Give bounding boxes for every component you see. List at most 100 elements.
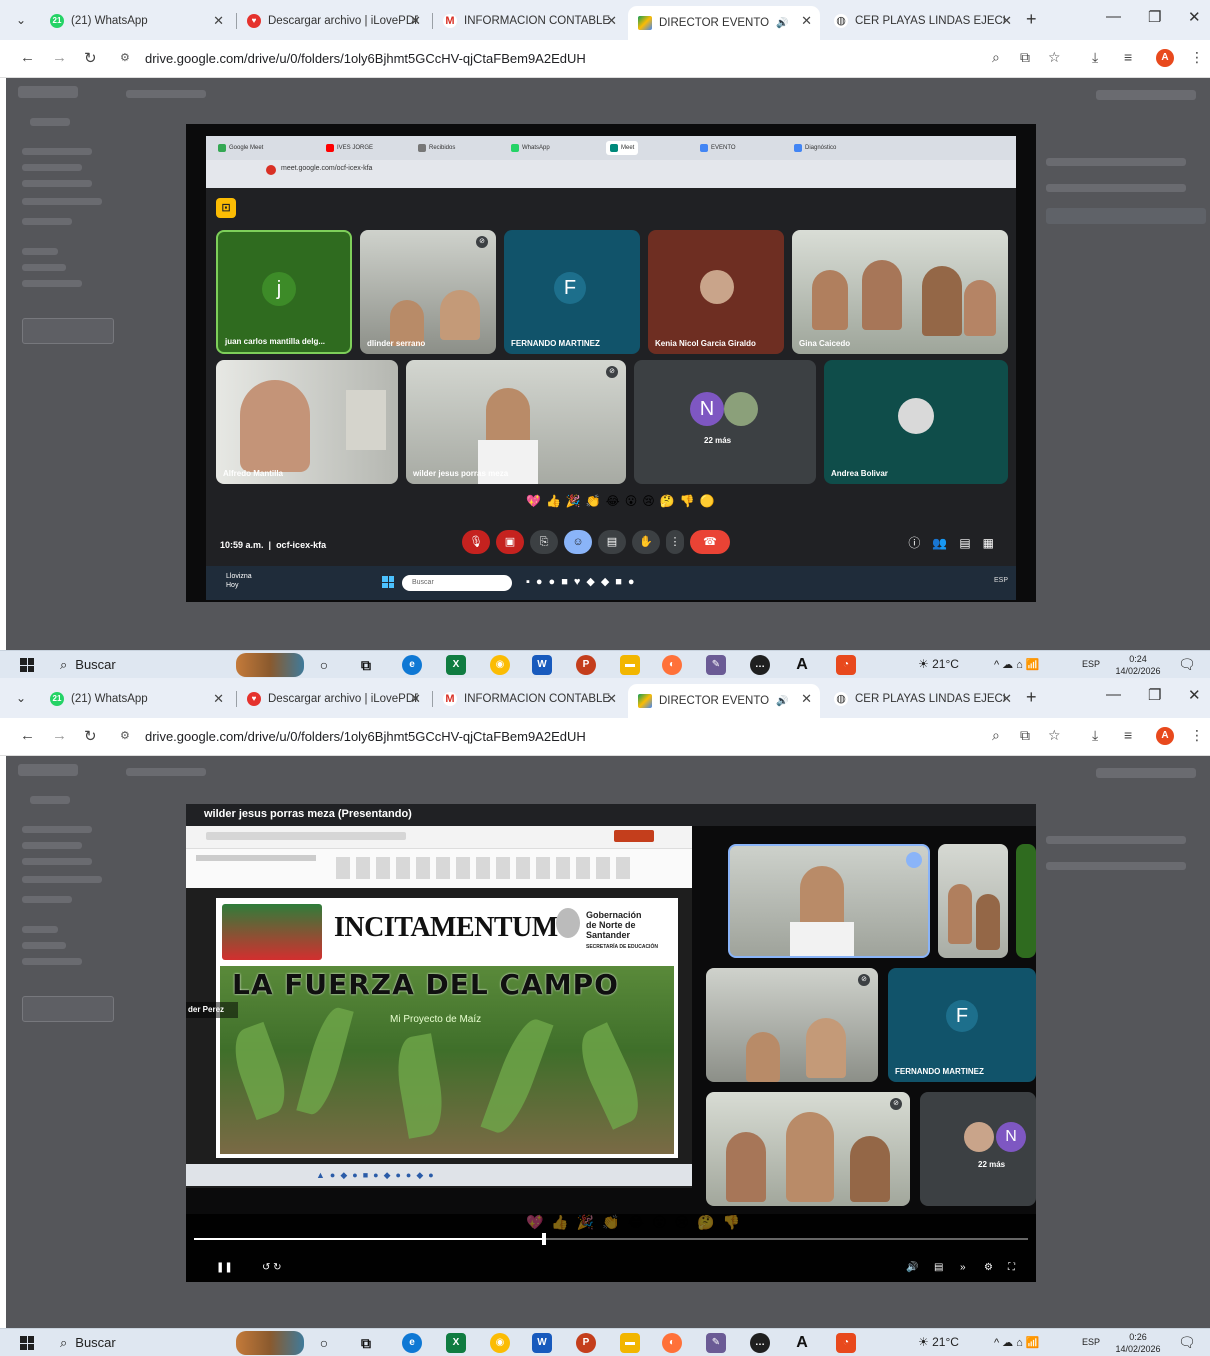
back-arrow-icon[interactable]: ← [20,49,35,66]
video-progress-handle[interactable] [542,1233,547,1245]
captions-button[interactable]: ▤ [598,530,626,554]
tab-search-chevron-icon[interactable]: ⌄ [10,688,32,708]
taskbar-clock[interactable]: 0:26 14/02/2026 [1110,1331,1166,1355]
taskbar-search-box[interactable]: ⌕ Buscar [50,1332,226,1354]
install-app-icon[interactable]: ⧉ [1020,49,1030,66]
excel-icon[interactable]: X [446,655,466,675]
meet-side-controls[interactable]: ⓘ👥▤▦ [908,534,1006,551]
speed-icon[interactable]: » [960,1262,966,1273]
participant-tile-juan-partial[interactable] [1016,844,1036,958]
paint-icon[interactable]: ✎ [706,655,726,675]
close-icon[interactable]: ✕ [410,13,421,29]
tab-search-chevron-icon[interactable]: ⌄ [10,10,32,30]
pause-icon[interactable]: ❚❚ [216,1262,233,1273]
tab-director-eventos[interactable]: DIRECTOR EVENTOS - G 🔊 ✕ [628,6,820,40]
camera-toggle-button[interactable]: ▣ [496,530,524,554]
minimize-icon[interactable]: — [1106,8,1121,25]
paint-icon[interactable]: ✎ [706,1333,726,1353]
tab-director-eventos[interactable]: DIRECTOR EVENTOS - G 🔊 ✕ [628,684,820,718]
video-progress-track[interactable] [194,1233,1028,1245]
participant-tile-kenia[interactable]: Kenia Nicol Garcia Giraldo [648,230,784,354]
participant-tile-fernando[interactable]: F FERNANDO MARTINEZ [504,230,640,354]
firefox-icon[interactable]: ◐ [662,1333,682,1353]
volume-icon[interactable]: 🔊 [906,1262,918,1273]
new-tab-plus-icon[interactable]: + [1026,687,1037,708]
taskbar-search-highlight-image[interactable] [236,1331,304,1355]
participant-tile-alfredo[interactable]: Alfredo Mantilla [216,360,398,484]
windows-start-icon[interactable] [20,658,34,672]
participant-tile-others[interactable]: N 22 más [920,1092,1036,1206]
site-settings-icon[interactable]: ⚙ [120,729,130,742]
captions-icon[interactable]: ▤ [934,1262,943,1273]
participant-tile-andrea[interactable]: Andrea Bolivar [824,360,1008,484]
download-icon[interactable]: ⤓ [1092,49,1098,66]
minimize-icon[interactable]: — [1106,686,1121,703]
tab-ilovepdf[interactable]: ♥ Descargar archivo | iLovePDF ✕ [237,684,429,714]
forward-arrow-icon[interactable]: → [52,727,67,744]
taskbar-search-highlight-image[interactable] [236,653,304,677]
chrome-profile-icon[interactable]: ◔ [836,655,856,675]
close-icon[interactable]: ✕ [213,691,224,707]
raise-hand-button[interactable]: ✋ [632,530,660,554]
edge-icon[interactable]: e [402,655,422,675]
audio-playing-icon[interactable]: 🔊 [776,696,788,707]
close-icon[interactable]: ✕ [606,691,617,707]
zoom-magnifier-icon[interactable]: ⌕ [992,727,1000,744]
close-icon[interactable]: ✕ [1001,691,1012,707]
participant-tile-others[interactable]: N 22 más [634,360,816,484]
chrome-icon[interactable]: ◉ [490,655,510,675]
taskbar-search-box[interactable]: ⌕ Buscar [50,654,226,676]
cortana-circle-icon[interactable]: ○ [314,655,334,675]
chat-bubble-icon[interactable]: … [750,1333,770,1353]
profile-avatar[interactable]: A [1156,727,1174,745]
language-indicator[interactable]: ESP [1082,1337,1100,1347]
close-icon[interactable]: ✕ [801,13,812,29]
more-options-button[interactable]: ⋮ [666,530,684,554]
taskbar-weather[interactable]: ☀ 21°C [918,657,959,671]
fullscreen-icon[interactable]: ⛶ [1008,1262,1015,1273]
bookmark-star-icon[interactable]: ☆ [1048,49,1061,66]
meet-activity-icon[interactable]: ⊡ [216,198,236,218]
meet-recording-video[interactable]: Google Meet IVES JORGE Recibidos WhatsAp… [186,124,1036,602]
notification-icon[interactable]: 🗨 [1178,656,1196,674]
present-button[interactable]: ⎘ [530,530,558,554]
chat-bubble-icon[interactable]: … [750,655,770,675]
chrome-profile-icon[interactable]: ◔ [836,1333,856,1353]
system-tray-icons[interactable]: ^☁⌂📶 [994,1336,1043,1349]
chrome-icon[interactable]: ◉ [490,1333,510,1353]
zoom-magnifier-icon[interactable]: ⌕ [992,49,1000,66]
firefox-icon[interactable]: ◐ [662,655,682,675]
participant-tile-students[interactable]: ⊘ [706,1092,910,1206]
participant-tile-class[interactable] [938,844,1008,958]
reload-icon[interactable]: ↻ [84,49,97,67]
site-settings-icon[interactable]: ⚙ [120,51,130,64]
task-view-icon[interactable]: ⧉ [356,655,376,675]
tab-whatsapp[interactable]: 21 (21) WhatsApp ✕ [40,684,232,714]
acrobat-icon[interactable]: A [792,655,812,675]
file-explorer-icon[interactable]: ▬ [620,1333,640,1353]
tab-whatsapp[interactable]: 21 (21) WhatsApp ✕ [40,6,232,36]
close-icon[interactable]: ✕ [801,691,812,707]
close-icon[interactable]: ✕ [410,691,421,707]
restore-icon[interactable]: ❐ [1148,686,1161,704]
restore-icon[interactable]: ❐ [1148,8,1161,26]
kebab-menu-icon[interactable]: ⋮ [1190,727,1204,744]
profile-avatar[interactable]: A [1156,49,1174,67]
install-app-icon[interactable]: ⧉ [1020,727,1030,744]
participant-tile-wilder[interactable]: ⊘ wilder jesus porras meza [406,360,626,484]
meet-presentation-video[interactable]: wilder jesus porras meza (Presentando) I… [186,804,1036,1282]
rewind-forward-icon[interactable]: ↺ ↻ [262,1262,282,1273]
tab-cer-playas[interactable]: ◍ CER PLAYAS LINDAS EJECUC ✕ [824,684,1020,714]
excel-icon[interactable]: X [446,1333,466,1353]
task-view-icon[interactable]: ⧉ [356,1333,376,1353]
reading-list-icon[interactable]: ≡ [1124,727,1132,743]
kebab-menu-icon[interactable]: ⋮ [1190,49,1204,66]
new-tab-plus-icon[interactable]: + [1026,9,1037,30]
tab-gmail-informacion[interactable]: M INFORMACIÓN CONTABLE ✕ [433,6,625,36]
taskbar-clock[interactable]: 0:24 14/02/2026 [1110,653,1166,677]
file-explorer-icon[interactable]: ▬ [620,655,640,675]
back-arrow-icon[interactable]: ← [20,727,35,744]
powerpoint-icon[interactable]: P [576,655,596,675]
reading-list-icon[interactable]: ≡ [1124,49,1132,65]
participant-tile-gina[interactable]: Gina Caicedo [792,230,1008,354]
